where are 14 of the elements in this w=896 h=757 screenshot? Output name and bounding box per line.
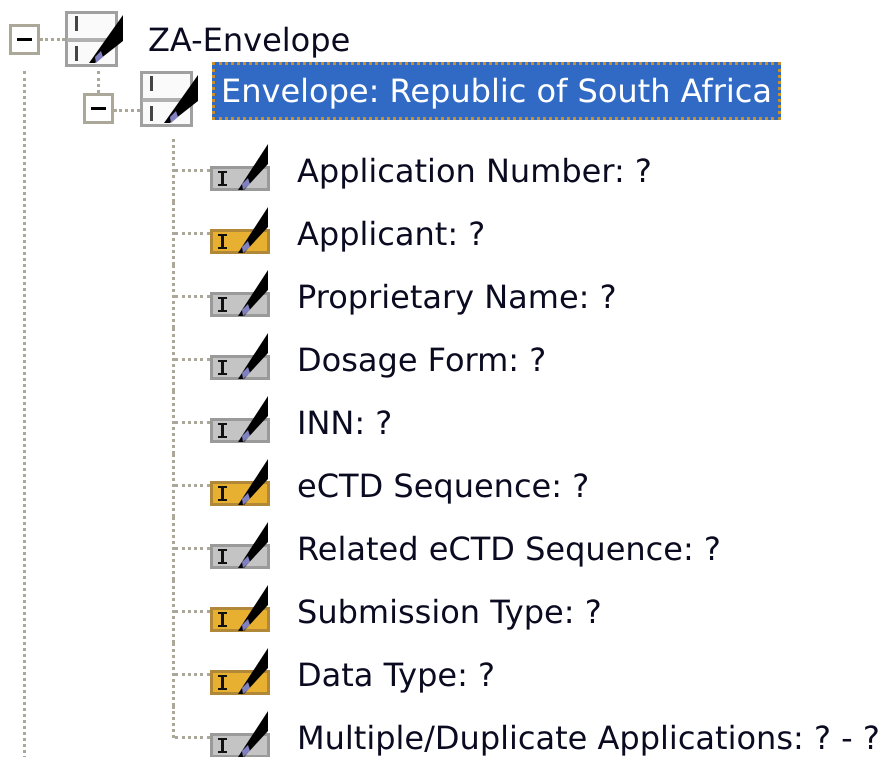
tree-node-label[interactable]: Applicant: ? <box>288 212 494 256</box>
tree-node-label[interactable]: Data Type: ? <box>288 652 504 696</box>
tree-node-label[interactable]: Application Number: ? <box>288 148 661 192</box>
tree-node-label[interactable]: eCTD Sequence: ? <box>288 464 598 508</box>
collapse-toggle[interactable] <box>83 93 114 124</box>
tree-node-label[interactable]: ZA-Envelope <box>139 18 360 62</box>
tree-node-label[interactable]: Proprietary Name: ? <box>288 274 626 318</box>
tree-node-label[interactable]: Dosage Form: ? <box>288 338 556 382</box>
tree-node-label[interactable]: INN: ? <box>288 400 402 444</box>
tree-node-label[interactable]: Multiple/Duplicate Applications: ? - ? <box>288 716 889 757</box>
tree-node-label[interactable]: Submission Type: ? <box>288 590 611 634</box>
tree-node-label[interactable]: Related eCTD Sequence: ? <box>288 526 730 570</box>
tree-node-label[interactable]: Envelope: Republic of South Africa <box>212 62 781 120</box>
collapse-toggle[interactable] <box>9 24 40 55</box>
